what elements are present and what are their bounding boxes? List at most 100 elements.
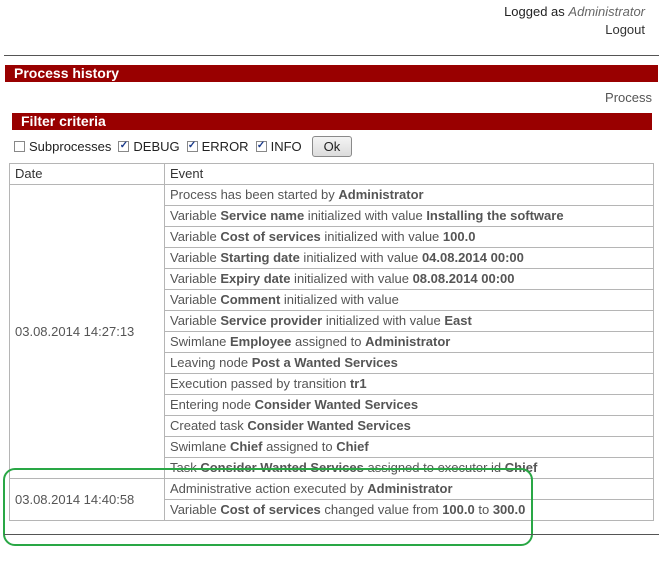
event-value: Administrator: [338, 187, 424, 202]
top-divider: [4, 55, 659, 56]
event-text: Variable: [170, 313, 221, 328]
event-cell: Variable Expiry date initialized with va…: [164, 268, 654, 290]
event-text: Variable: [170, 271, 221, 286]
event-text: Swimlane: [170, 334, 230, 349]
event-value: Cost of services: [220, 502, 321, 517]
event-column-header: Event: [164, 163, 654, 185]
event-value: Expiry date: [220, 271, 291, 286]
event-text: Process has been started by: [170, 187, 339, 202]
filter-subprocesses[interactable]: Subprocesses: [14, 139, 111, 154]
event-value: tr1: [349, 376, 367, 391]
event-value: 100.0: [442, 502, 475, 517]
login-info: Logged as Administrator Logout: [504, 3, 645, 39]
event-value: Consider Wanted Services: [247, 418, 411, 433]
event-value: 08.08.2014 00:00: [412, 271, 515, 286]
event-cell: Variable Service provider initialized wi…: [164, 310, 654, 332]
event-text: assigned to: [291, 334, 366, 349]
filter-criteria-header: Filter criteria: [12, 113, 652, 130]
logout-link[interactable]: Logout: [605, 22, 645, 37]
event-cell: Variable Starting date initialized with …: [164, 247, 654, 269]
event-value: Cost of services: [220, 229, 321, 244]
event-cell: Swimlane Employee assigned to Administra…: [164, 331, 654, 353]
event-cell: Entering node Consider Wanted Services: [164, 394, 654, 416]
event-value: Chief: [504, 460, 538, 475]
event-text: Variable: [170, 502, 221, 517]
event-text: initialized with value: [322, 313, 445, 328]
filter-error[interactable]: ✓ ERROR: [186, 138, 249, 154]
filter-debug[interactable]: ✓ DEBUG: [118, 138, 180, 154]
event-text: Variable: [170, 208, 221, 223]
event-text: initialized with value: [290, 271, 413, 286]
subprocesses-label: Subprocesses: [29, 138, 112, 154]
event-text: Execution passed by transition: [170, 376, 350, 391]
event-text: initialized with value: [320, 229, 443, 244]
event-value: Administrator: [365, 334, 451, 349]
event-value: 300.0: [492, 502, 526, 517]
debug-checkbox[interactable]: ✓: [118, 140, 130, 152]
date-column-header: Date: [9, 163, 165, 185]
event-value: Consider Wanted Services: [254, 397, 419, 412]
event-value: Consider Wanted Services: [200, 460, 364, 475]
event-value: 100.0: [442, 229, 476, 244]
user-name: Administrator: [568, 4, 645, 19]
event-cell: Execution passed by transition tr1: [164, 373, 654, 395]
info-label: INFO: [270, 138, 302, 154]
table-row: 03.08.2014 14:27:13 Process has been star…: [9, 184, 654, 479]
process-history-header: Process history: [5, 65, 658, 82]
event-cell: Variable Service name initialized with v…: [164, 205, 654, 227]
event-value: Starting date: [220, 250, 300, 265]
event-value: Employee: [229, 334, 292, 349]
event-value: East: [444, 313, 472, 328]
event-text: initialized with value: [299, 250, 422, 265]
event-value: Service name: [220, 208, 305, 223]
event-text: assigned to: [262, 439, 337, 454]
date-cell: 03.08.2014 14:40:58: [9, 478, 165, 521]
history-body: 03.08.2014 14:27:13 Process has been star…: [9, 184, 654, 521]
event-cell: Leaving node Post a Wanted Services: [164, 352, 654, 374]
subprocesses-checkbox[interactable]: [14, 140, 25, 152]
event-text: to: [474, 502, 493, 517]
event-text: Variable: [170, 229, 221, 244]
error-checkbox[interactable]: ✓: [186, 140, 198, 152]
event-value: Chief: [336, 439, 369, 454]
filter-row: Subprocesses ✓ DEBUG ✓ ERROR ✓ INFO Ok: [14, 135, 353, 157]
event-value: Service provider: [220, 313, 323, 328]
event-value: Chief: [229, 439, 263, 454]
event-cell: Swimlane Chief assigned to Chief: [164, 436, 654, 458]
event-value: Post a Wanted Services: [251, 355, 398, 370]
table-header-row: Date Event: [9, 163, 654, 185]
event-text: changed value from: [320, 502, 443, 517]
event-text: assigned to executor id: [363, 460, 505, 475]
event-cell: Variable Comment initialized with value: [164, 289, 654, 311]
debug-label: DEBUG: [133, 138, 180, 154]
event-cell: Task Consider Wanted Services assigned t…: [164, 457, 654, 479]
logged-as-label: Logged as: [504, 4, 565, 19]
error-label: ERROR: [201, 138, 249, 154]
event-text: Entering node: [170, 397, 255, 412]
event-text: Swimlane: [170, 439, 230, 454]
event-text: Variable: [170, 292, 221, 307]
event-text: Created task: [170, 418, 248, 433]
event-text: Variable: [170, 250, 221, 265]
history-table: Date Event 03.08.2014 14:27:13 Process ha…: [9, 163, 654, 521]
event-text: Task: [170, 460, 201, 475]
event-text: initialized with value: [280, 292, 399, 307]
bottom-divider: [4, 534, 659, 535]
event-cell: Created task Consider Wanted Services: [164, 415, 654, 437]
event-text: Leaving node: [170, 355, 252, 370]
date-cell: 03.08.2014 14:27:13: [9, 184, 165, 479]
process-link[interactable]: Process: [605, 90, 652, 105]
event-text: initialized with value: [304, 208, 427, 223]
event-cell: Variable Cost of services changed value …: [164, 499, 654, 521]
info-checkbox[interactable]: ✓: [255, 140, 267, 152]
event-cell: Process has been started by Administrato…: [164, 184, 654, 206]
event-value: Administrator: [367, 481, 453, 496]
table-row: 03.08.2014 14:40:58 Administrative action…: [9, 478, 654, 521]
filter-info[interactable]: ✓ INFO: [255, 138, 302, 154]
event-value: Comment: [220, 292, 281, 307]
ok-button[interactable]: Ok: [311, 135, 353, 157]
event-cell: Administrative action executed by Admini…: [164, 478, 654, 500]
event-value: 04.08.2014 00:00: [421, 250, 524, 265]
event-cell: Variable Cost of services initialized wi…: [164, 226, 654, 248]
event-text: Administrative action executed by: [170, 481, 368, 496]
